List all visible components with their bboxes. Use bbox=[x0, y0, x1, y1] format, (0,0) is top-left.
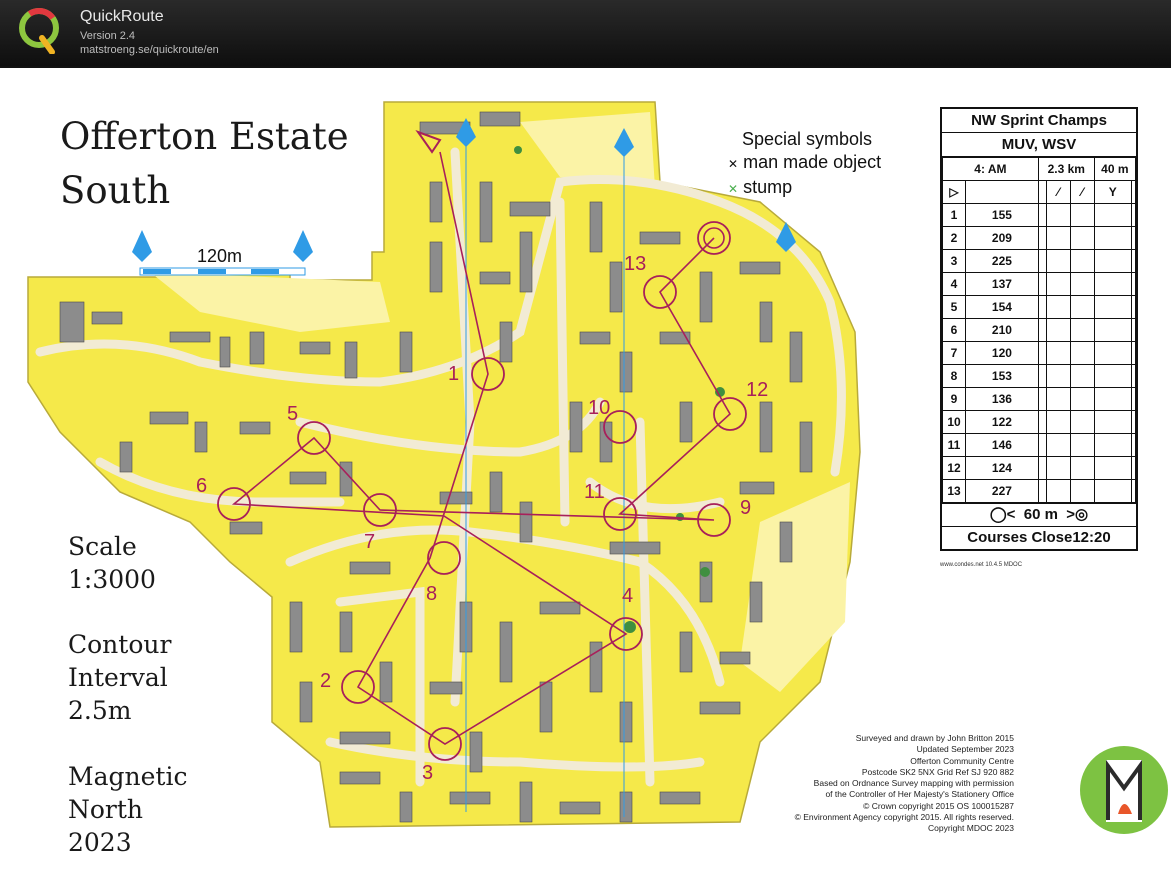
control-row: 7 120 bbox=[942, 341, 1137, 365]
scale-bar-label: 120m bbox=[197, 246, 242, 266]
control-row: 13 227 bbox=[942, 479, 1137, 503]
title-bar: QuickRoute Version 2.4 matstroeng.se/qui… bbox=[0, 0, 1171, 66]
scale-bar bbox=[139, 267, 306, 276]
course-name: 4: AM bbox=[942, 157, 1039, 181]
course-climb: 40 m bbox=[1093, 157, 1137, 181]
control-number: 12 bbox=[746, 379, 768, 401]
control-row: 5 154 bbox=[942, 295, 1137, 319]
control-number: 7 bbox=[364, 531, 375, 553]
map-credits: Surveyed and drawn by John Britton 2015 U… bbox=[794, 733, 1014, 834]
contour-info: Contour Interval 2.5m bbox=[68, 630, 172, 725]
control-number: 6 bbox=[196, 475, 207, 497]
map-title-line: Offerton Estate bbox=[60, 115, 349, 158]
control-row: 11 146 bbox=[942, 433, 1137, 457]
special-symbols: Special symbols ✕ man made object ✕ stum… bbox=[728, 129, 882, 197]
control-number: 8 bbox=[426, 583, 437, 605]
control-row: 6 210 bbox=[942, 318, 1137, 342]
map-title-line: South bbox=[60, 169, 171, 212]
control-description-table: 4: AM 2.3 km 40 m ▷ ⁄ ⁄ Y 1 155 2 209 3 225 4 137 5… bbox=[942, 157, 1137, 503]
stump-icon: ✕ bbox=[728, 182, 739, 196]
finish-icon: ◯< bbox=[989, 506, 1016, 523]
control-row: 10 122 bbox=[942, 410, 1137, 434]
app-url[interactable]: matstroeng.se/quickroute/en bbox=[80, 44, 219, 56]
condes-source: www.condes.net 10.4.5 MDOC bbox=[940, 562, 1023, 568]
north-arrow-icon bbox=[293, 230, 313, 262]
quickroute-logo-icon bbox=[19, 8, 59, 54]
finish-row: ◯< 60 m >◎ bbox=[942, 503, 1136, 526]
control-row: 12 124 bbox=[942, 456, 1137, 480]
north-arrow-icon bbox=[132, 230, 152, 262]
start-triangle-icon: ▷ bbox=[942, 180, 966, 204]
control-row: 1 155 bbox=[942, 203, 1137, 227]
course-length: 2.3 km bbox=[1037, 157, 1095, 181]
control-number: 13 bbox=[624, 253, 646, 275]
cross-icon: ✕ bbox=[728, 157, 739, 171]
scale-info: Scale 1:3000 bbox=[68, 532, 156, 594]
control-number: 2 bbox=[320, 670, 331, 692]
app-version: Version 2.4 bbox=[80, 30, 136, 42]
control-row: 8 153 bbox=[942, 364, 1137, 388]
control-number: 4 bbox=[622, 585, 633, 607]
control-row: 4 137 bbox=[942, 272, 1137, 296]
courses-close: Courses Close12:20 bbox=[942, 526, 1136, 549]
mdoc-logo-icon bbox=[1080, 746, 1168, 834]
event-classes: MUV, WSV bbox=[942, 133, 1136, 157]
map-title: Offerton Estate South bbox=[60, 110, 349, 218]
control-number: 10 bbox=[588, 397, 610, 419]
event-name: NW Sprint Champs bbox=[942, 109, 1136, 133]
control-description-sheet: NW Sprint Champs MUV, WSV 4: AM 2.3 km 4… bbox=[940, 107, 1138, 551]
control-number: 1 bbox=[448, 363, 459, 385]
control-number: 3 bbox=[422, 762, 433, 784]
control-row: 9 136 bbox=[942, 387, 1137, 411]
control-number: 11 bbox=[584, 481, 605, 503]
control-row: 2 209 bbox=[942, 226, 1137, 250]
control-row: 3 225 bbox=[942, 249, 1137, 273]
control-number: 9 bbox=[740, 497, 751, 519]
control-number: 5 bbox=[287, 403, 298, 425]
magnetic-north-info: Magnetic North 2023 bbox=[68, 762, 188, 857]
app-name: QuickRoute bbox=[80, 8, 164, 25]
